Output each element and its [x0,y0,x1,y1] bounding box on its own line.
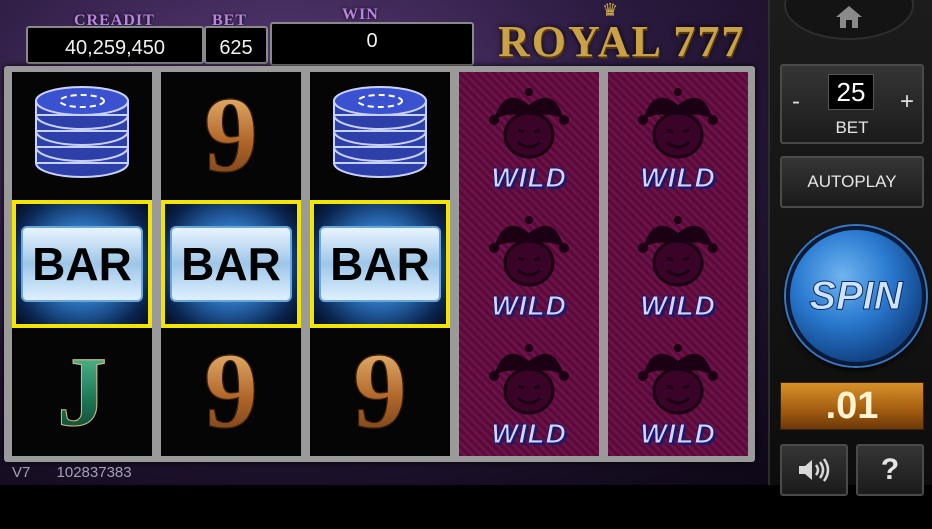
reel-4: WILD WILD WILD [459,72,599,456]
wild-symbol: WILD [608,328,748,456]
help-button[interactable]: ? [856,444,924,496]
wild-text: WILD [640,290,716,322]
wild-text: WILD [491,418,567,450]
bar-text: BAR [21,226,143,302]
bet-value: 25 [828,74,874,110]
jester-icon [638,216,718,287]
jester-icon [489,88,569,159]
bar-text: BAR [170,226,292,302]
win-display: 0 [270,22,474,66]
bet-increase-button[interactable]: + [900,88,914,116]
nine-symbol: 9 [310,328,450,456]
jester-icon [638,88,718,159]
sound-button[interactable] [780,444,848,496]
jack-text: J [57,336,108,447]
wild-text: WILD [640,418,716,450]
denomination-button[interactable]: .01 [780,382,924,430]
spin-button[interactable]: SPIN [786,226,926,366]
footer-info: V7 102837383 [12,464,132,481]
bet-label: BET [835,118,869,137]
wild-text: WILD [491,290,567,322]
reel-3: BAR 9 [310,72,450,456]
bar-symbol-highlighted: BAR [161,200,301,328]
bet-selector: - 25 + BET [780,64,924,144]
jester-icon [638,344,718,415]
bet-total-display: 625 [204,26,268,64]
session-id: 102837383 [56,464,132,481]
reel-2: 9 BAR 9 [161,72,301,456]
jester-icon [489,216,569,287]
wild-symbol: WILD [459,328,599,456]
chips-symbol [12,72,152,200]
bet-decrease-button[interactable]: - [792,88,800,116]
game-logo: ROYAL 777 [498,17,746,66]
nine-symbol: 9 [161,328,301,456]
reel-1: BAR J [12,72,152,456]
chips-symbol [310,72,450,200]
wild-symbol: WILD [459,200,599,328]
game-stage: CREADIT 40,259,450 BET 625 WIN 0 ♛ ROYAL… [0,0,932,529]
nine-text: 9 [204,332,259,451]
nine-text: 9 [353,332,408,451]
jester-icon [489,344,569,415]
wild-symbol: WILD [608,72,748,200]
bar-symbol-highlighted: BAR [310,200,450,328]
credit-display: 40,259,450 [26,26,204,64]
wild-symbol: WILD [459,72,599,200]
jack-symbol: J [12,328,152,456]
wild-text: WILD [640,162,716,194]
nine-text: 9 [204,76,259,195]
autoplay-button[interactable]: AUTOPLAY [780,156,924,208]
bar-symbol-highlighted: BAR [12,200,152,328]
wild-text: WILD [491,162,567,194]
reel-5: WILD WILD WILD [608,72,748,456]
version-label: V7 [12,464,31,481]
wild-symbol: WILD [608,200,748,328]
nine-symbol: 9 [161,72,301,200]
bar-text: BAR [319,226,441,302]
speaker-icon [799,458,830,482]
home-icon [836,6,862,28]
